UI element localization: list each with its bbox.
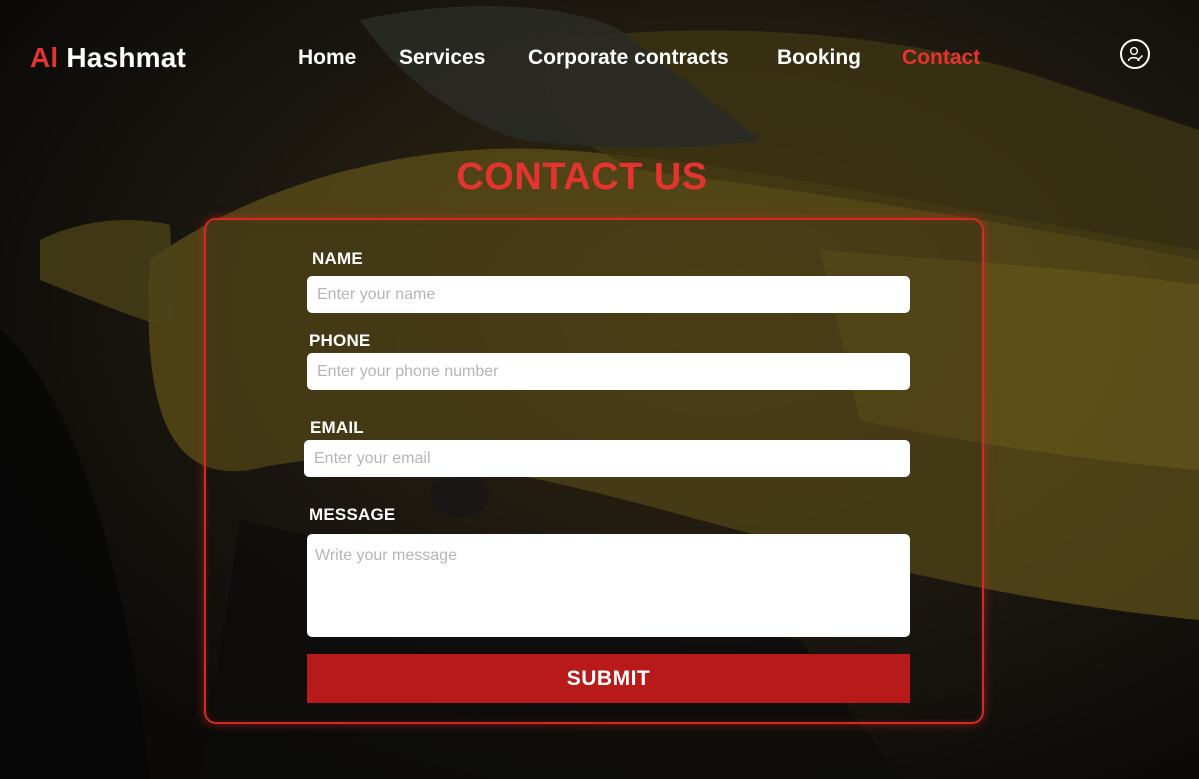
user-avatar-button[interactable] (1120, 39, 1150, 69)
email-input[interactable] (304, 440, 910, 477)
message-label: MESSAGE (309, 505, 396, 524)
brand-logo-text: Hashmat (58, 42, 187, 73)
nav-item-home[interactable]: Home (298, 46, 356, 70)
phone-label: PHONE (309, 331, 371, 350)
nav-item-booking[interactable]: Booking (777, 46, 861, 70)
brand-logo[interactable]: Al Hashmat (30, 42, 186, 74)
nav-item-corporate-contracts[interactable]: Corporate contracts (528, 46, 729, 70)
nav-item-contact[interactable]: Contact (902, 46, 980, 70)
phone-input[interactable] (307, 353, 910, 390)
name-label: NAME (312, 249, 363, 268)
user-avatar-icon (1127, 46, 1143, 62)
brand-logo-accent: Al (30, 42, 59, 73)
name-input[interactable] (307, 276, 910, 313)
submit-button[interactable]: SUBMIT (307, 654, 910, 703)
message-textarea[interactable] (307, 534, 910, 637)
email-label: EMAIL (310, 418, 364, 437)
page-title: CONTACT US (456, 156, 708, 198)
nav-item-services[interactable]: Services (399, 46, 485, 70)
top-header: Al Hashmat Home Services Corporate contr… (0, 0, 1199, 120)
